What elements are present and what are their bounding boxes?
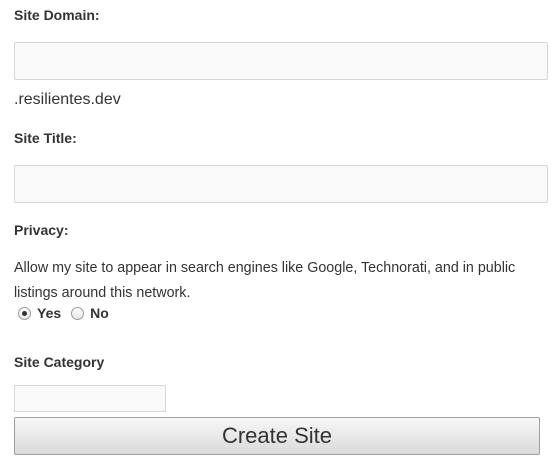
privacy-description: Allow my site to appear in search engine… bbox=[14, 260, 516, 301]
site-title-label: Site Title: bbox=[14, 130, 77, 146]
create-site-button[interactable]: Create Site bbox=[14, 417, 540, 455]
site-category-input[interactable] bbox=[14, 385, 166, 412]
site-domain-suffix: .resilientes.dev bbox=[14, 91, 121, 108]
site-title-input[interactable] bbox=[14, 165, 548, 203]
privacy-no-radio[interactable] bbox=[71, 306, 85, 320]
privacy-radio-group: Yes No bbox=[18, 305, 119, 321]
privacy-no-label[interactable]: No bbox=[90, 305, 109, 321]
site-domain-input[interactable] bbox=[14, 42, 548, 80]
privacy-yes-radio[interactable] bbox=[18, 306, 31, 320]
site-category-label: Site Category bbox=[14, 354, 105, 370]
site-domain-label: Site Domain: bbox=[14, 7, 100, 23]
privacy-yes-label[interactable]: Yes bbox=[37, 305, 61, 321]
privacy-label: Privacy: bbox=[14, 222, 69, 238]
